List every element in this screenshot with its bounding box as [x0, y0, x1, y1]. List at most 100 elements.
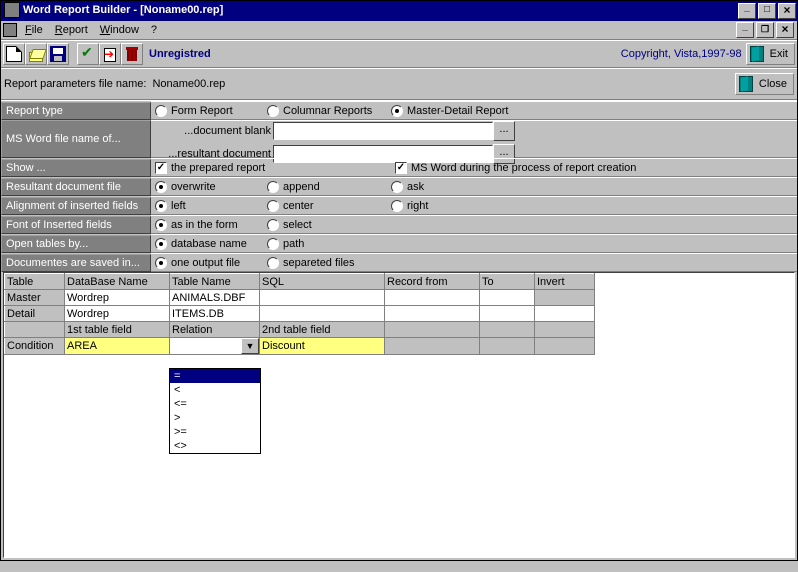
menu-report[interactable]: Report	[51, 23, 96, 37]
documents-saved-label: Documentes are saved in...	[1, 254, 151, 272]
relation-option-gt[interactable]: >	[170, 411, 260, 425]
col-header-tablename[interactable]: Table Name	[170, 274, 260, 290]
detail-to-cell[interactable]	[480, 306, 535, 322]
close-panel-label: Close	[759, 78, 787, 90]
grid-subheader-row: 1st table field Relation 2nd table field	[5, 322, 595, 338]
radio-append[interactable]: append	[263, 181, 383, 193]
condition-second-field-cell[interactable]: Discount	[260, 338, 385, 355]
radio-columnar-reports[interactable]: Columnar Reports	[263, 105, 383, 117]
report-type-label: Report type	[1, 102, 151, 120]
condition-cell	[535, 338, 595, 355]
menu-file[interactable]: File	[21, 23, 51, 37]
close-panel-button[interactable]: Close	[735, 73, 794, 95]
exit-label: Exit	[770, 48, 788, 60]
maximize-button[interactable]	[758, 3, 776, 19]
grid-row-condition: Condition AREA ▼ Discount	[5, 338, 595, 355]
trash-icon	[124, 46, 140, 62]
col-header-to[interactable]: To	[480, 274, 535, 290]
settings-panel: Report type Form Report Columnar Reports…	[1, 100, 797, 272]
menu-file-label: ile	[32, 24, 43, 36]
radio-master-detail[interactable]: Master-Detail Report	[387, 105, 512, 117]
delete-button[interactable]	[121, 43, 143, 65]
master-tablename-cell[interactable]: ANIMALS.DBF	[170, 290, 260, 306]
relation-dropdown[interactable]: = < <= > >= <>	[169, 368, 261, 454]
radio-align-right[interactable]: right	[387, 200, 432, 212]
open-button[interactable]	[25, 43, 47, 65]
subheader-cell	[385, 322, 480, 338]
chevron-down-icon[interactable]: ▼	[241, 338, 259, 354]
master-sql-cell[interactable]	[260, 290, 385, 306]
radio-font-asinform[interactable]: as in the form	[151, 219, 259, 231]
col-header-relation[interactable]: Relation	[170, 322, 260, 338]
col-header-table[interactable]: Table	[5, 274, 65, 290]
minimize-button[interactable]	[738, 3, 756, 19]
subheader-cell	[535, 322, 595, 338]
col-header-invert[interactable]: Invert	[535, 274, 595, 290]
save-button[interactable]	[47, 43, 69, 65]
col-header-recordfrom[interactable]: Record from	[385, 274, 480, 290]
document-blank-input[interactable]	[273, 122, 493, 140]
mdi-restore-button[interactable]	[756, 22, 774, 38]
relation-option-ne[interactable]: <>	[170, 439, 260, 453]
master-db-cell[interactable]: Wordrep	[65, 290, 170, 306]
detail-invert-cell[interactable]	[535, 306, 595, 322]
radio-ask[interactable]: ask	[387, 181, 428, 193]
condition-first-field-cell[interactable]: AREA	[65, 338, 170, 355]
menu-window[interactable]: Window	[96, 23, 147, 37]
master-recordfrom-cell[interactable]	[385, 290, 480, 306]
grid-row-detail: Detail Wordrep ITEMS.DB	[5, 306, 595, 322]
check-prepared-report[interactable]: the prepared report	[151, 162, 387, 174]
exit-button[interactable]: Exit	[746, 43, 795, 65]
alignment-label: Alignment of inserted fields	[1, 197, 151, 215]
tables-grid[interactable]: Table DataBase Name Table Name SQL Recor…	[4, 273, 595, 355]
col-header-sql[interactable]: SQL	[260, 274, 385, 290]
col-header-second-field[interactable]: 2nd table field	[260, 322, 385, 338]
condition-cell	[480, 338, 535, 355]
mdi-doc-icon[interactable]	[3, 23, 17, 37]
radio-one-output[interactable]: one output file	[151, 257, 259, 269]
detail-recordfrom-cell[interactable]	[385, 306, 480, 322]
new-button[interactable]	[3, 43, 25, 65]
window-title: Word Report Builder - [Noname00.rep]	[23, 4, 223, 16]
relation-option-lt[interactable]: <	[170, 383, 260, 397]
check-doc-icon	[80, 46, 96, 62]
apply-button[interactable]	[77, 43, 99, 65]
relation-option-ge[interactable]: >=	[170, 425, 260, 439]
master-to-cell[interactable]	[480, 290, 535, 306]
msword-file-label: MS Word file name of...	[1, 120, 151, 158]
row-master-label: Master	[5, 290, 65, 306]
goto-button[interactable]	[99, 43, 121, 65]
col-header-database[interactable]: DataBase Name	[65, 274, 170, 290]
detail-tablename-cell[interactable]: ITEMS.DB	[170, 306, 260, 322]
browse-blank-button[interactable]: ...	[493, 121, 515, 141]
close-button[interactable]	[778, 3, 796, 19]
menu-help[interactable]: ?	[147, 23, 165, 37]
radio-align-left[interactable]: left	[151, 200, 259, 212]
radio-form-report[interactable]: Form Report	[151, 105, 259, 117]
toolbar: Unregistred Copyright, Vista,1997-98 Exi…	[1, 40, 797, 68]
relation-option-le[interactable]: <=	[170, 397, 260, 411]
resultant-file-label: Resultant document file	[1, 178, 151, 196]
radio-open-path[interactable]: path	[263, 238, 383, 250]
check-msword-during[interactable]: MS Word during the process of report cre…	[391, 162, 640, 174]
menu-window-label: indow	[110, 24, 139, 36]
radio-open-dbname[interactable]: database name	[151, 238, 259, 250]
detail-db-cell[interactable]: Wordrep	[65, 306, 170, 322]
app-icon	[4, 2, 20, 18]
row-condition-label: Condition	[5, 338, 65, 355]
radio-align-center[interactable]: center	[263, 200, 383, 212]
radio-font-select[interactable]: select	[263, 219, 383, 231]
relation-option-eq[interactable]: =	[170, 369, 260, 383]
row-detail-label: Detail	[5, 306, 65, 322]
subheader-cell	[480, 322, 535, 338]
radio-overwrite[interactable]: overwrite	[151, 181, 259, 193]
master-invert-cell[interactable]	[535, 290, 595, 306]
mdi-close-button[interactable]	[776, 22, 794, 38]
condition-relation-combo[interactable]: ▼	[170, 338, 260, 355]
mdi-minimize-button[interactable]	[736, 22, 754, 38]
radio-separated-files[interactable]: separeted files	[263, 257, 383, 269]
detail-sql-cell[interactable]	[260, 306, 385, 322]
params-bar: Report parameters file name: Noname00.re…	[1, 68, 797, 100]
col-header-first-field[interactable]: 1st table field	[65, 322, 170, 338]
condition-cell	[385, 338, 480, 355]
